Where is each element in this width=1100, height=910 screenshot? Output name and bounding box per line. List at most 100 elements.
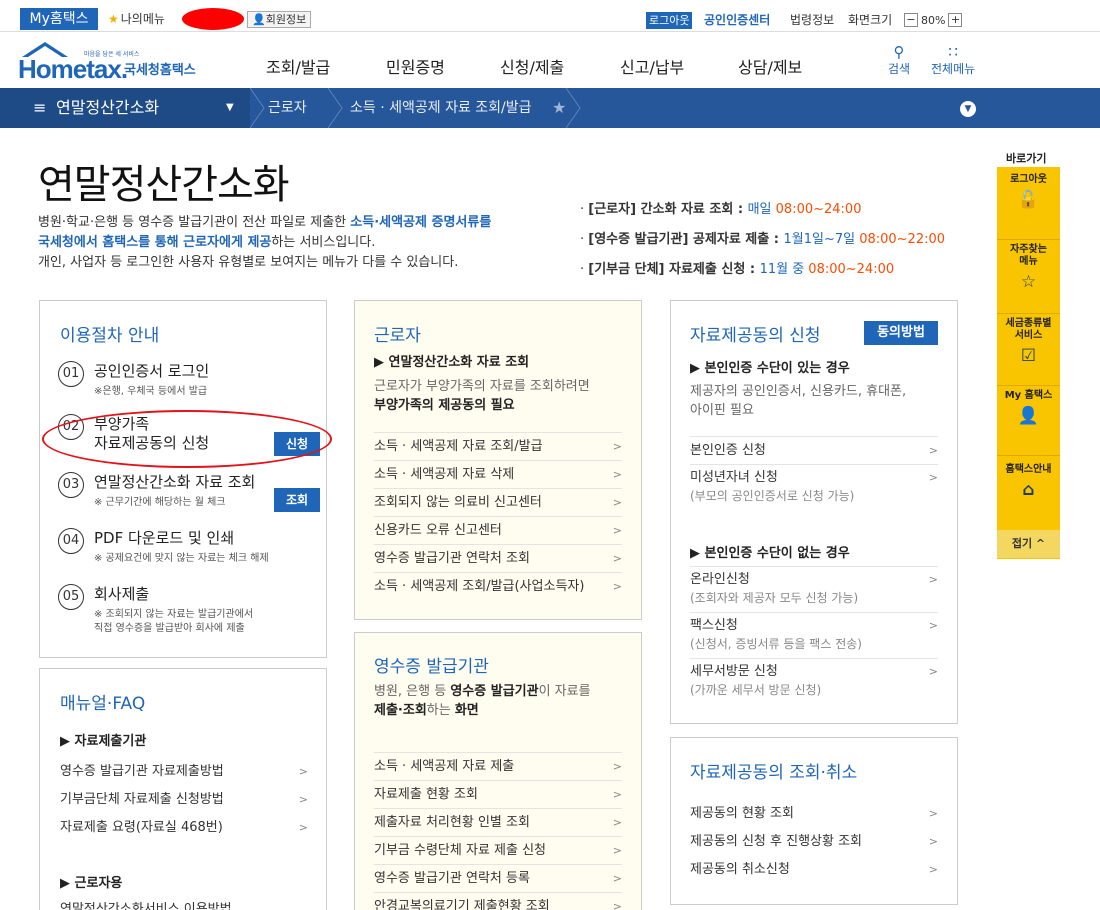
issuer-link[interactable]: 기부금 수령단체 자료 제출 신청 > — [374, 836, 622, 864]
cert-center-link[interactable]: 공인인증센터 — [704, 12, 770, 29]
issuer-link[interactable]: 안경교복의료기기 제출현황 조회 > — [374, 892, 622, 910]
zoom-in-button[interactable]: + — [948, 13, 963, 27]
issuer-desc-text: 하는 — [426, 703, 455, 718]
manual-link-label: 영수증 발급기관 자료제출방법 — [60, 764, 224, 779]
breadcrumb: ≡ 연말정산간소화 ▼ 근로자 소득 · 세액공제 자료 조회/발급 ★ — [0, 88, 1100, 128]
quick-label: 자주찾는 — [1010, 244, 1047, 255]
manual-link[interactable]: 영수증 발급기관 자료제출방법 > — [60, 758, 308, 786]
favorite-star-icon[interactable]: ★ — [552, 98, 566, 117]
consent-link-label: 세무서방문 신청 — [690, 664, 778, 679]
breadcrumb-item-current[interactable]: 소득 · 세액공제 자료 조회/발급 — [350, 88, 532, 128]
procedure-title: 이용절차 안내 — [60, 326, 160, 346]
nav-application[interactable]: 신청/제출 — [500, 54, 564, 78]
quick-label: 메뉴 — [1019, 256, 1038, 267]
issuer-link[interactable]: 자료제출 현황 조회 > — [374, 780, 622, 808]
zoom-control: −80% + — [904, 12, 963, 28]
my-hometax-tab[interactable]: My홈택스 — [20, 8, 98, 30]
schedule-period: 1월1일~7일 — [783, 232, 860, 247]
inquiry-button[interactable]: 조회 — [274, 488, 320, 512]
cancel-link[interactable]: 제공동의 신청 후 진행상황 조회 > — [690, 828, 938, 856]
consent-link[interactable]: 세무서방문 신청 (가까운 세무서 방문 신청) > — [690, 658, 938, 704]
issuer-link[interactable]: 영수증 발급기관 연락처 등록 > — [374, 864, 622, 892]
schedule-item: · [근로자] 간소화 자료 조회 : 매일 08:00~24:00 — [580, 195, 945, 225]
consent-link[interactable]: 온라인신청 (조회자와 제공자 모두 신청 가능) > — [690, 566, 938, 612]
consent-link[interactable]: 팩스신청 (신청서, 증빙서류 등을 팩스 전송) > — [690, 612, 938, 658]
manual-link[interactable]: 기부금단체 자료제출 신청방법 > — [60, 786, 308, 814]
nts-hometax-label: 국세청홈택스 — [124, 63, 196, 78]
cancel-link[interactable]: 제공동의 취소신청 > — [690, 856, 938, 884]
step-label[interactable]: 공인인증서 로그인 — [94, 362, 209, 381]
hometax-logo[interactable]: Hometax. — [18, 54, 128, 85]
bullet: · — [580, 202, 585, 217]
step-number: 04 — [58, 528, 84, 554]
law-info-link[interactable]: 법령정보 — [790, 12, 834, 29]
nav-consult[interactable]: 상담/제보 — [738, 54, 802, 78]
quick-guide[interactable]: 홈택스안내 ⌂ — [997, 464, 1060, 526]
manual-link[interactable]: 연말정산간소화서비스 이용방법 — [60, 896, 308, 910]
highlight-circle — [42, 410, 332, 468]
consent-method-button[interactable]: 동의방법 — [864, 321, 938, 345]
worker-link[interactable]: 신용카드 오류 신고센터 > — [374, 516, 622, 544]
issuer-desc-text: 병원, 은행 등 — [374, 684, 451, 699]
breadcrumb-separator-icon — [328, 88, 343, 128]
worker-link-label: 영수증 발급기관 연락처 조회 — [374, 551, 530, 566]
manual-link[interactable]: 자료제출 요령(자료실 468번) > — [60, 814, 308, 842]
consent-link[interactable]: 미성년자녀 신청 (부모의 공인인증서로 신청 가능) > — [690, 464, 938, 510]
schedule-time: 08:00~24:00 — [775, 202, 862, 217]
issuer-link[interactable]: 제출자료 처리현황 인별 조회 > — [374, 808, 622, 836]
worker-link[interactable]: 영수증 발급기관 연락처 조회 > — [374, 544, 622, 572]
step-label[interactable]: 회사제출 — [94, 585, 149, 604]
desc-text: 병원·학교·은행 등 영수증 발급기관이 전산 파일로 제출한 — [38, 215, 351, 230]
search-icon: ⚲ — [893, 43, 905, 61]
cancel-link-label: 제공동의 취소신청 — [690, 862, 790, 877]
quick-favorites[interactable]: 자주찾는 메뉴 ☆ — [997, 244, 1060, 314]
chevron-right-icon: > — [612, 872, 622, 885]
step-note: 직접 영수증을 발급받아 회사에 제출 — [94, 623, 245, 634]
step-label[interactable]: 연말정산간소화 자료 조회 — [94, 473, 255, 492]
chevron-right-icon: > — [612, 580, 622, 593]
breadcrumb-item-worker[interactable]: 근로자 — [268, 88, 307, 128]
my-menu-link[interactable]: ★ 나의메뉴 — [108, 11, 165, 27]
chevron-right-icon: > — [298, 793, 308, 806]
consent-desc-line: 아이핀 필요 — [690, 403, 754, 418]
member-info-button[interactable]: 👤회원정보 — [247, 11, 312, 28]
issuer-desc-text: 이 자료를 — [538, 684, 591, 699]
logout-button[interactable]: 로그아웃 — [646, 12, 693, 29]
user-icon: 👤 — [1017, 406, 1040, 426]
chevron-right-icon: > — [612, 844, 622, 857]
manual-link-label: 기부금단체 자료제출 신청방법 — [60, 792, 224, 807]
chevron-right-icon: > — [612, 552, 622, 565]
quick-my-hometax[interactable]: My 홈택스 👤 — [997, 390, 1060, 456]
chevron-right-icon: > — [612, 816, 622, 829]
page-description: 병원·학교·은행 등 영수증 발급기관이 전산 파일로 제출한 소득·세액공제 … — [38, 213, 491, 273]
quick-label: 서비스 — [1014, 330, 1043, 341]
worker-link[interactable]: 소득 · 세액공제 자료 조회/발급 > — [374, 432, 622, 460]
nav-inquiry[interactable]: 조회/발급 — [266, 54, 330, 78]
all-menu-button[interactable]: ∷ 전체메뉴 — [931, 44, 975, 77]
worker-link[interactable]: 소득 · 세액공제 조회/발급(사업소득자) > — [374, 572, 622, 600]
consent-link-label: 미성년자녀 신청 — [690, 470, 778, 485]
worker-link[interactable]: 조회되지 않는 의료비 신고센터 > — [374, 488, 622, 516]
step-note: ※ 공제요건에 맞지 않는 자료는 체크 해제 — [94, 553, 269, 564]
fold-button[interactable]: 접기 ^ — [997, 530, 1060, 558]
quick-logout[interactable]: 로그아웃 🔓 — [997, 174, 1060, 240]
consent-link[interactable]: 본인인증 신청 > — [690, 436, 938, 464]
worker-title: 근로자 — [374, 326, 421, 346]
nav-certificate[interactable]: 민원증명 — [386, 54, 445, 78]
quick-tax-service[interactable]: 세금종류별 서비스 ☑ — [997, 318, 1060, 386]
search-button[interactable]: ⚲ 검색 — [888, 44, 910, 77]
issuer-link[interactable]: 소득 · 세액공제 자료 제출 > — [374, 752, 622, 780]
breadcrumb-menu-dropdown[interactable]: ≡ 연말정산간소화 ▼ — [0, 88, 250, 128]
worker-link[interactable]: 소득 · 세액공제 자료 삭제 > — [374, 460, 622, 488]
worker-desc-bold: 부양가족의 제공동의 필요 — [374, 398, 515, 413]
step-label[interactable]: PDF 다운로드 및 인쇄 — [94, 529, 234, 548]
expand-circle-icon[interactable]: ▼ — [960, 101, 976, 117]
consent-link-sub: (조회자와 제공자 모두 신청 가능) — [690, 591, 859, 605]
issuer-desc-bold: 화면 — [454, 703, 479, 718]
zoom-out-button[interactable]: − — [904, 13, 918, 27]
nav-report-pay[interactable]: 신고/납부 — [620, 54, 684, 78]
chevron-right-icon: > — [612, 524, 622, 537]
cancel-link[interactable]: 제공동의 현황 조회 > — [690, 800, 938, 828]
chevron-right-icon: > — [928, 807, 938, 820]
chevron-right-icon: > — [298, 821, 308, 834]
